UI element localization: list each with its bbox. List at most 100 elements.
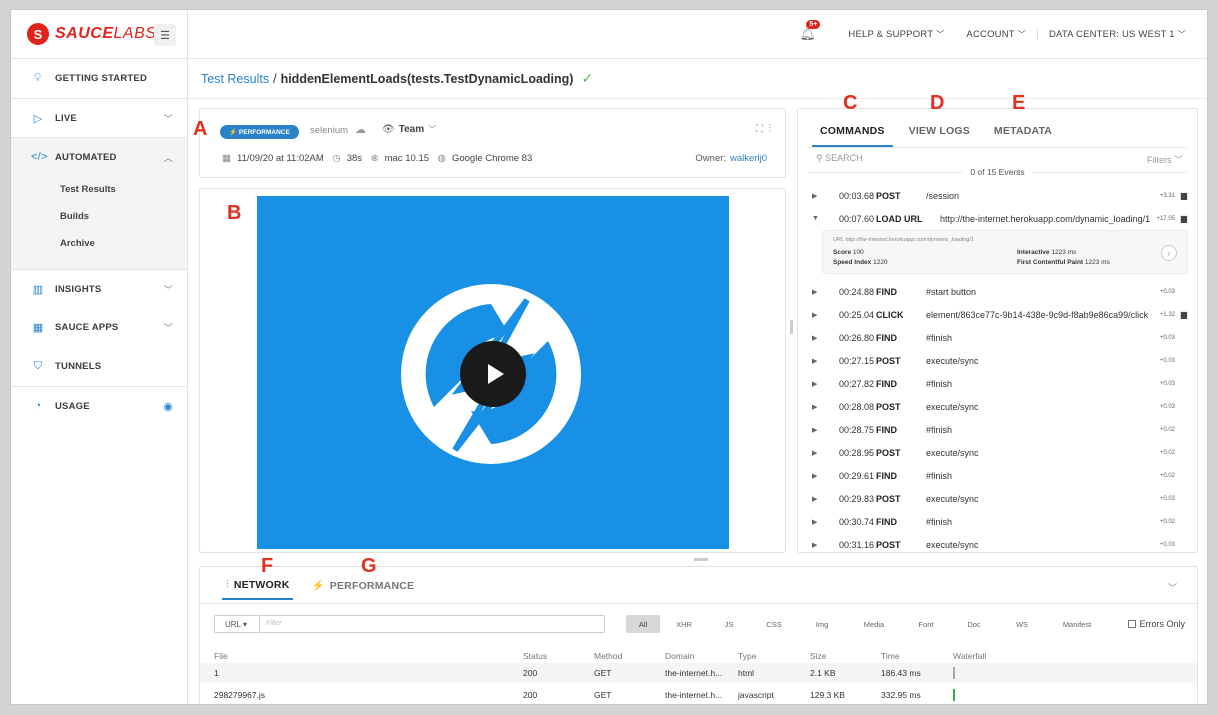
command-row[interactable]: ▼ 00:07.60 LOAD URL http://the-internet.… — [798, 207, 1197, 230]
column-header-status[interactable]: Status — [523, 651, 547, 661]
screenshot-icon[interactable]: ▆ — [1181, 191, 1187, 200]
network-filter-input[interactable]: Filter — [260, 615, 605, 633]
command-row[interactable]: ▶ 00:28.95 POST execute/sync +0.02 — [798, 441, 1197, 464]
column-header-method[interactable]: Method — [594, 651, 622, 661]
logo[interactable]: S SAUCELABS ☰ — [11, 10, 187, 59]
tab-metadata[interactable]: METADATA — [986, 119, 1060, 147]
column-header-time[interactable]: Time — [881, 651, 900, 661]
tab-performance[interactable]: ⚡ PERFORMANCE — [307, 579, 418, 600]
eye-icon[interactable]: ◉ — [163, 400, 173, 413]
screenshot-icon[interactable]: ▆ — [1181, 310, 1187, 319]
command-arg: #finish — [926, 516, 953, 527]
more-vertical-icon[interactable]: ⋮ — [769, 124, 772, 135]
column-header-domain[interactable]: Domain — [665, 651, 694, 661]
command-row[interactable]: ▶ 00:28.75 FIND #finish +0.02 — [798, 418, 1197, 441]
type-filter-font[interactable]: Font — [902, 615, 950, 633]
command-row[interactable]: ▶ 00:27.15 POST execute/sync +0.03 — [798, 349, 1197, 372]
sidebar-item-getting-started[interactable]: 💡︎ GETTING STARTED — [11, 59, 187, 98]
interactive-label: Interactive — [1017, 249, 1050, 256]
column-header-type[interactable]: Type — [738, 651, 756, 661]
sidebar-subitem-test-results[interactable]: Test Results — [11, 176, 187, 203]
test-date: 11/09/20 at 11:02AM — [236, 153, 324, 164]
command-duration: +0.03 — [1159, 357, 1175, 364]
fullscreen-icon[interactable]: ⛶ — [756, 124, 763, 135]
type-filter-all[interactable]: All — [626, 615, 660, 633]
video-player[interactable] — [257, 196, 729, 549]
notifications-button[interactable]: 🔔︎ 5+ — [799, 20, 821, 42]
expand-triangle-icon: ▶ — [812, 403, 818, 411]
data-center-menu[interactable]: DATA CENTER: US WEST 1 ﹀ — [1036, 28, 1197, 40]
vertical-resize-handle[interactable] — [790, 320, 793, 334]
top-bar: 🔔︎ 5+ HELP & SUPPORT ﹀ ACCOUNT ﹀ DATA CENT… — [188, 10, 1207, 59]
chevron-down-icon: ﹀ — [1017, 29, 1026, 39]
tab-network[interactable]: ⫶ NETWORK — [222, 579, 294, 600]
sidebar-item-label: GETTING STARTED — [55, 73, 148, 84]
help-support-menu[interactable]: HELP & SUPPORT ﹀ — [837, 29, 955, 40]
column-header-file[interactable]: File — [214, 651, 228, 661]
filters-dropdown[interactable]: Filters ﹀ — [1147, 153, 1183, 166]
shield-icon: ⛉ — [33, 360, 43, 372]
type-filter-css[interactable]: CSS — [750, 615, 798, 633]
command-arg: #finish — [926, 378, 953, 389]
sidebar-item-usage[interactable]: ◔ USAGE ◉ — [11, 386, 187, 425]
tab-commands[interactable]: COMMANDS — [812, 119, 893, 147]
command-row[interactable]: ▶ 00:28.08 POST execute/sync +0.03 — [798, 395, 1197, 418]
command-row[interactable]: ▶ 00:26.80 FIND #finish +0.03 — [798, 326, 1197, 349]
collapse-panel-chevron-icon[interactable]: ﹀ — [1168, 581, 1177, 594]
command-arg: #finish — [926, 470, 953, 481]
command-row[interactable]: ▶ 00:24.88 FIND #start button +0.03 — [798, 280, 1197, 303]
breadcrumb-test-results-link[interactable]: Test Results — [201, 72, 269, 86]
sidebar-subitem-builds[interactable]: Builds — [11, 203, 187, 230]
expand-triangle-icon: ▼ — [812, 215, 819, 222]
type-filter-doc[interactable]: Doc — [950, 615, 998, 633]
url-filter-select[interactable]: URL ▾ — [214, 615, 260, 633]
sidebar-item-insights[interactable]: ▥ INSIGHTS ﹀ — [11, 269, 187, 308]
cell-type: html — [738, 668, 755, 678]
expand-triangle-icon: ▶ — [812, 357, 818, 365]
command-row[interactable]: ▶ 00:31.16 POST execute/sync +0.03 — [798, 533, 1197, 552]
horizontal-resize-handle[interactable] — [694, 558, 708, 561]
type-filter-xhr[interactable]: XHR — [660, 615, 708, 633]
type-filter-media[interactable]: Media — [846, 615, 902, 633]
breadcrumb: Test Results / hiddenElementLoads(tests.… — [201, 70, 593, 87]
type-filter-img[interactable]: Img — [798, 615, 846, 633]
screenshot-icon[interactable]: ▆ — [1181, 214, 1187, 223]
owner-link[interactable]: walkerlj0 — [730, 153, 767, 164]
command-row[interactable]: ▶ 00:29.83 POST execute/sync +0.03 — [798, 487, 1197, 510]
expand-triangle-icon: ▶ — [812, 426, 818, 434]
command-search-input[interactable]: ⚲ SEARCH — [816, 153, 863, 164]
performance-icon: ⚡ — [311, 580, 325, 592]
column-header-waterfall[interactable]: Waterfall — [953, 651, 986, 661]
tab-view-logs[interactable]: VIEW LOGS — [901, 119, 978, 147]
errors-only-checkbox[interactable]: Errors Only — [1128, 619, 1185, 629]
chevron-right-icon[interactable]: › — [1161, 245, 1177, 261]
command-row[interactable]: ▶ 00:25.04 CLICK element/863ce77c-9b14-438e… — [798, 303, 1197, 326]
sidebar-collapse-button[interactable]: ☰ — [154, 24, 176, 46]
type-filter-js[interactable]: JS — [708, 615, 750, 633]
type-filter-manifest[interactable]: Manifest — [1046, 615, 1108, 633]
performance-badge: ⚡ PERFORMANCE — [220, 125, 299, 139]
account-menu[interactable]: ACCOUNT ﹀ — [955, 29, 1037, 40]
sidebar-item-label: TUNNELS — [55, 361, 102, 372]
sidebar-item-sauce-apps[interactable]: ▦ SAUCE APPS ﹀ — [11, 308, 187, 347]
notification-badge: 5+ — [806, 20, 821, 29]
play-button[interactable] — [460, 341, 526, 407]
command-row[interactable]: ▶ 00:03.68 POST /session +3.31 ▆ — [798, 184, 1197, 207]
visibility-dropdown[interactable]: 👁︎ Team ﹀ — [382, 124, 436, 135]
command-row[interactable]: ▶ 00:29.61 FIND #finish +0.02 — [798, 464, 1197, 487]
command-time: 00:31.16 — [838, 539, 874, 550]
column-header-size[interactable]: Size — [810, 651, 827, 661]
expand-triangle-icon: ▶ — [812, 472, 818, 480]
sidebar-item-automated[interactable]: </> AUTOMATED ︿ — [11, 137, 187, 176]
sidebar-subitem-archive[interactable]: Archive — [11, 230, 187, 257]
test-os: mac 10.15 — [384, 153, 430, 164]
sidebar-item-tunnels[interactable]: ⛉ TUNNELS — [11, 347, 187, 386]
type-filter-ws[interactable]: WS — [998, 615, 1046, 633]
command-row[interactable]: ▶ 00:30.74 FIND #finish +0.02 — [798, 510, 1197, 533]
help-support-label: HELP & SUPPORT — [848, 28, 934, 40]
score: Score 100 — [833, 249, 864, 256]
url-label: URL — [833, 237, 844, 243]
test-browser: Google Chrome 83 — [451, 153, 533, 164]
sidebar-item-live[interactable]: ▷ LIVE ﹀ — [11, 98, 187, 137]
command-row[interactable]: ▶ 00:27.82 FIND #finish +0.03 — [798, 372, 1197, 395]
